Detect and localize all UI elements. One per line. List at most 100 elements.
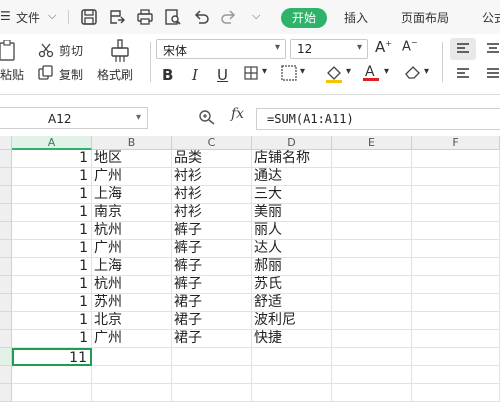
- cell-b[interactable]: 地区: [92, 150, 172, 168]
- cell-a[interactable]: 1: [12, 186, 92, 204]
- cell-c[interactable]: 衬衫: [172, 204, 252, 222]
- cell-a[interactable]: 1: [12, 258, 92, 276]
- undo-icon[interactable]: [192, 8, 210, 26]
- cell-a[interactable]: 1: [12, 240, 92, 258]
- bold-icon[interactable]: B: [162, 66, 173, 84]
- decrease-font-icon[interactable]: A−: [402, 38, 418, 54]
- cell-c[interactable]: 裙子: [172, 330, 252, 348]
- cell-c[interactable]: [172, 366, 252, 384]
- cell-b[interactable]: 上海: [92, 258, 172, 276]
- cell-d[interactable]: 丽人: [252, 222, 332, 240]
- cell-f[interactable]: [412, 168, 500, 186]
- cell-b[interactable]: [92, 366, 172, 384]
- row-header[interactable]: [0, 240, 12, 258]
- formula-input[interactable]: =SUM(A1:A11): [256, 108, 500, 130]
- cell-c[interactable]: 裤子: [172, 240, 252, 258]
- cell-d[interactable]: 通达: [252, 168, 332, 186]
- row-header[interactable]: [0, 150, 12, 168]
- cell-a[interactable]: 1: [12, 168, 92, 186]
- cell-e[interactable]: [332, 330, 412, 348]
- cell-c[interactable]: 裤子: [172, 222, 252, 240]
- zoom-search-icon[interactable]: [198, 109, 216, 125]
- print-preview-icon[interactable]: [164, 8, 182, 26]
- cell-d[interactable]: 美丽: [252, 204, 332, 222]
- tab-start[interactable]: 开始: [281, 8, 327, 28]
- row-header[interactable]: [0, 258, 12, 276]
- font-color-icon[interactable]: A: [362, 62, 380, 82]
- eraser-icon[interactable]: [404, 64, 422, 80]
- cell-b[interactable]: 广州: [92, 168, 172, 186]
- tab-page-layout[interactable]: 页面布局: [401, 9, 449, 26]
- cell-f[interactable]: [412, 150, 500, 168]
- format-painter-button[interactable]: 格式刷: [97, 66, 133, 83]
- column-header-c[interactable]: C: [172, 136, 252, 150]
- align-justify-icon[interactable]: [486, 68, 500, 80]
- italic-icon[interactable]: I: [192, 66, 198, 84]
- row-header[interactable]: [0, 186, 12, 204]
- cell-c[interactable]: 裙子: [172, 294, 252, 312]
- cell-e[interactable]: [332, 348, 412, 366]
- cell-f[interactable]: [412, 312, 500, 330]
- cell-a[interactable]: 1: [12, 312, 92, 330]
- chevron-down-icon[interactable]: ▾: [346, 66, 351, 77]
- cell-style-icon[interactable]: [281, 65, 297, 81]
- align-left-text-icon[interactable]: [456, 68, 470, 80]
- cell-e[interactable]: [332, 258, 412, 276]
- cell-d[interactable]: 达人: [252, 240, 332, 258]
- cell-e[interactable]: [332, 312, 412, 330]
- cell-d[interactable]: 舒适: [252, 294, 332, 312]
- cell-e[interactable]: [332, 168, 412, 186]
- selected-cell-a12[interactable]: 11: [12, 348, 92, 366]
- cell-f[interactable]: [412, 366, 500, 384]
- copy-icon[interactable]: [38, 65, 54, 81]
- cell-b[interactable]: 广州: [92, 240, 172, 258]
- cell-d[interactable]: 波利尼: [252, 312, 332, 330]
- chevron-down-icon[interactable]: ▾: [262, 66, 267, 77]
- row-header[interactable]: [0, 222, 12, 240]
- row-header[interactable]: [0, 168, 12, 186]
- cell-b[interactable]: [92, 348, 172, 366]
- cell-f[interactable]: [412, 240, 500, 258]
- cut-button[interactable]: 剪切: [59, 42, 83, 59]
- paste-button[interactable]: 粘贴: [0, 66, 24, 83]
- redo-icon[interactable]: [220, 8, 238, 26]
- cell-d[interactable]: 快捷: [252, 330, 332, 348]
- chevron-down-icon[interactable]: ▾: [384, 66, 389, 77]
- chevron-down-icon[interactable]: ⌵: [48, 9, 56, 23]
- cell-c[interactable]: [172, 384, 252, 402]
- cell-e[interactable]: [332, 240, 412, 258]
- cell-f[interactable]: [412, 294, 500, 312]
- cell-f[interactable]: [412, 258, 500, 276]
- chevron-down-icon[interactable]: ⌵: [252, 9, 260, 23]
- cell-d[interactable]: 三大: [252, 186, 332, 204]
- cell-d[interactable]: [252, 348, 332, 366]
- row-header[interactable]: [0, 276, 12, 294]
- align-center-icon[interactable]: [486, 43, 500, 55]
- cell-d[interactable]: 苏氏: [252, 276, 332, 294]
- cell-a[interactable]: 1: [12, 294, 92, 312]
- row-header[interactable]: [0, 330, 12, 348]
- cell-a[interactable]: [12, 384, 92, 402]
- cell-d[interactable]: [252, 366, 332, 384]
- select-all-corner[interactable]: [0, 136, 12, 150]
- tab-formulas[interactable]: 公式: [482, 9, 500, 26]
- cell-b[interactable]: 杭州: [92, 222, 172, 240]
- chevron-down-icon[interactable]: ▾: [424, 66, 429, 77]
- cell-c[interactable]: 衬衫: [172, 186, 252, 204]
- cell-c[interactable]: 品类: [172, 150, 252, 168]
- cell-d[interactable]: [252, 384, 332, 402]
- cell-a[interactable]: 1: [12, 330, 92, 348]
- cell-e[interactable]: [332, 186, 412, 204]
- cell-e[interactable]: [332, 384, 412, 402]
- copy-button[interactable]: 复制: [59, 66, 83, 83]
- cell-f[interactable]: [412, 204, 500, 222]
- cell-a[interactable]: 1: [12, 276, 92, 294]
- print-icon[interactable]: [136, 8, 154, 26]
- cell-b[interactable]: [92, 384, 172, 402]
- cell-c[interactable]: 裙子: [172, 312, 252, 330]
- cell-e[interactable]: [332, 276, 412, 294]
- cell-d[interactable]: 郝丽: [252, 258, 332, 276]
- column-header-f[interactable]: F: [412, 136, 500, 150]
- tab-insert[interactable]: 插入: [344, 9, 368, 26]
- column-header-a[interactable]: A: [12, 136, 92, 150]
